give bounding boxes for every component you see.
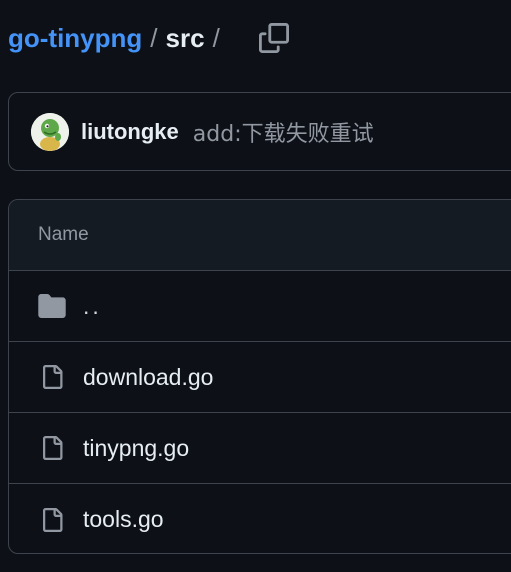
table-header: Name <box>9 200 511 271</box>
table-row-label: download.go <box>83 363 214 390</box>
copy-icon <box>259 23 289 53</box>
file-icon <box>38 505 66 535</box>
breadcrumb-repo-link[interactable]: go-tinypng <box>8 23 142 54</box>
breadcrumb-current-dir: src <box>165 22 205 53</box>
folder-icon <box>38 291 66 321</box>
table-row-label: .. <box>83 292 102 319</box>
breadcrumb: go-tinypng / src / <box>8 18 228 58</box>
breadcrumb-separator-trailing: / <box>212 22 220 53</box>
column-header-name: Name <box>38 224 89 245</box>
avatar-image <box>31 112 69 151</box>
table-row-label: tinypng.go <box>83 434 190 461</box>
commit-author-link[interactable]: liutongke <box>81 119 179 145</box>
table-row-file[interactable]: download.go <box>9 342 511 413</box>
file-table: Name .. download.go tinypng.go tools.go <box>8 199 511 554</box>
table-row-file[interactable]: tinypng.go <box>9 413 511 484</box>
latest-commit-box: liutongke add:下载失败重试 <box>8 92 511 171</box>
table-row-parent-dir[interactable]: .. <box>9 271 511 342</box>
table-row-file[interactable]: tools.go <box>9 484 511 553</box>
file-icon <box>38 433 66 463</box>
table-row-label: tools.go <box>83 506 164 532</box>
breadcrumb-separator: / <box>150 22 158 53</box>
commit-message-link[interactable]: add:下载失败重试 <box>193 116 374 148</box>
copy-path-button[interactable] <box>254 18 294 58</box>
file-icon <box>38 362 66 392</box>
avatar[interactable] <box>31 112 69 151</box>
